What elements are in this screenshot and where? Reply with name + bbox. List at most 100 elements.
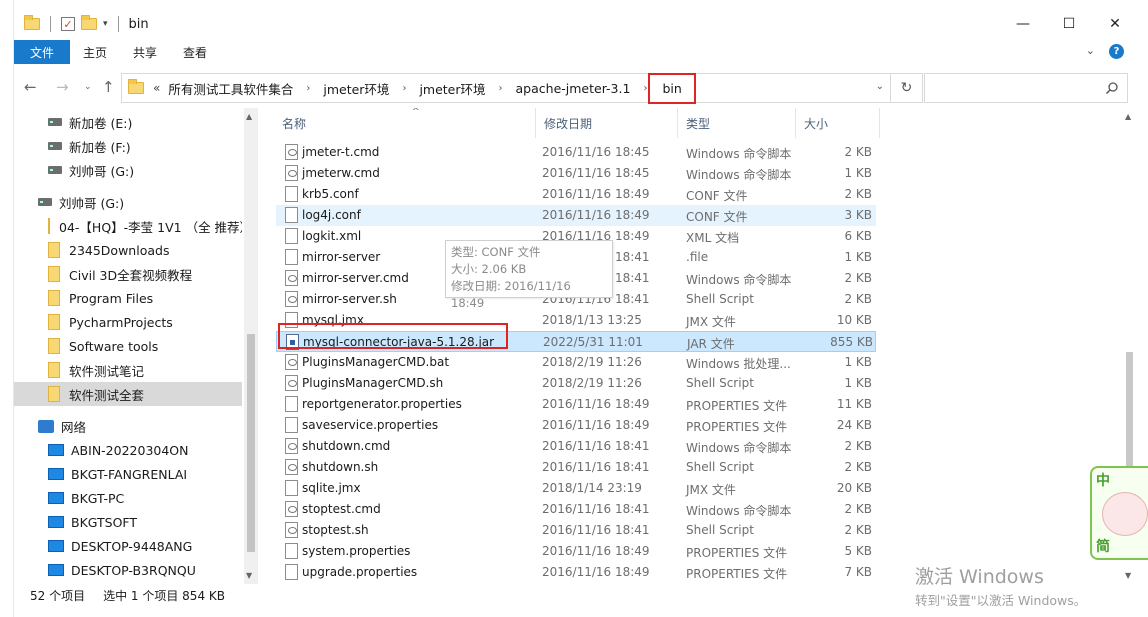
file-info-tooltip: 类型: CONF 文件 大小: 2.06 KB 修改日期: 2016/11/16… bbox=[445, 240, 613, 310]
search-input[interactable] bbox=[924, 73, 1128, 103]
tab-home[interactable]: 主页 bbox=[70, 40, 120, 64]
file-row[interactable]: saveservice.properties 2016/11/16 18:49 PR… bbox=[276, 415, 876, 436]
nav-item-computer[interactable]: BKGT-FANGRENLAI bbox=[14, 462, 242, 486]
nav-item-label: 软件测试笔记 bbox=[69, 363, 145, 379]
nav-item-label: Program Files bbox=[69, 290, 154, 306]
ime-mode: 中 bbox=[1096, 473, 1110, 489]
address-dropdown-icon[interactable]: ⌄ bbox=[876, 81, 884, 92]
file-type: Shell Script bbox=[686, 460, 754, 474]
nav-item-network[interactable]: 网络 bbox=[14, 414, 242, 438]
file-row[interactable]: PluginsManagerCMD.sh 2018/2/19 11:26 Shell… bbox=[276, 373, 876, 394]
nav-item-folder[interactable]: 软件测试笔记 bbox=[14, 358, 242, 382]
script-file-icon bbox=[285, 165, 298, 181]
customize-toolbar-icon[interactable]: ▾ bbox=[103, 19, 108, 29]
nav-item-folder[interactable]: Software tools bbox=[14, 334, 242, 358]
nav-item-drive-g-root[interactable]: 刘帅哥 (G:) bbox=[14, 190, 242, 214]
scrollbar-thumb[interactable] bbox=[247, 334, 255, 552]
column-header-size[interactable]: 大小 bbox=[796, 108, 880, 138]
nav-item-folder[interactable]: PycharmProjects bbox=[14, 310, 242, 334]
tab-file[interactable]: 文件 bbox=[14, 40, 71, 64]
nav-item-computer[interactable]: DESKTOP-B3RQNQU bbox=[14, 558, 242, 582]
file-row[interactable]: reportgenerator.properties 2016/11/16 18:… bbox=[276, 394, 876, 415]
nav-item-drive-f[interactable]: 新加卷 (F:) bbox=[14, 134, 242, 158]
nav-item-computer[interactable]: BKGTSOFT bbox=[14, 510, 242, 534]
breadcrumb-item[interactable]: jmeter环境 bbox=[321, 79, 391, 98]
file-row[interactable]: stoptest.sh 2016/11/16 18:41 Shell Script 2… bbox=[276, 520, 876, 541]
nav-item-computer[interactable]: ABIN-20220304ON bbox=[14, 438, 242, 462]
breadcrumb-item[interactable]: apache-jmeter-3.1 bbox=[514, 81, 633, 96]
file-row[interactable]: jmeterw.cmd 2016/11/16 18:45 Windows 命令脚本 1… bbox=[276, 163, 876, 184]
file-date: 2016/11/16 18:45 bbox=[542, 166, 650, 180]
expand-ribbon-icon[interactable]: ⌄ bbox=[1086, 44, 1095, 59]
column-header-date[interactable]: 修改日期 bbox=[536, 108, 678, 138]
refresh-icon[interactable]: ↻ bbox=[890, 74, 922, 102]
script-file-icon bbox=[285, 270, 298, 286]
file-icon bbox=[285, 417, 298, 433]
chevron-right-icon[interactable]: › bbox=[402, 83, 406, 94]
address-bar[interactable]: « 所有测试工具软件集合 › jmeter环境 › jmeter环境 › apa… bbox=[121, 72, 923, 104]
nav-item-drive-g[interactable]: 刘帅哥 (G:) bbox=[14, 158, 242, 182]
file-row[interactable]: sqlite.jmx 2018/1/14 23:19 JMX 文件 20 KB bbox=[276, 478, 876, 499]
tab-share[interactable]: 共享 bbox=[120, 40, 170, 64]
scroll-up-icon[interactable]: ▲ bbox=[1125, 112, 1131, 121]
file-row[interactable]: stoptest.cmd 2016/11/16 18:41 Windows 命令脚本… bbox=[276, 499, 876, 520]
quick-access-toolbar: ✓ ▾ bbox=[24, 15, 123, 32]
scroll-up-icon[interactable]: ▲ bbox=[246, 112, 252, 121]
nav-item-folder-selected[interactable]: 软件测试全套 bbox=[14, 382, 242, 406]
chevron-right-icon[interactable]: › bbox=[499, 83, 503, 94]
file-name: log4j.conf bbox=[302, 208, 361, 222]
nav-item-folder[interactable]: Civil 3D全套视频教程 bbox=[14, 262, 242, 286]
ime-script: 简 bbox=[1096, 539, 1110, 555]
breadcrumb-current[interactable]: bin bbox=[648, 72, 696, 104]
minimize-button[interactable]: — bbox=[1000, 8, 1046, 40]
back-arrow-icon[interactable]: ← bbox=[24, 78, 37, 96]
column-header-type[interactable]: 类型 bbox=[678, 108, 796, 138]
address-row: ← → ⌄ ↑ « 所有测试工具软件集合 › jmeter环境 › jmeter… bbox=[14, 70, 1138, 106]
recent-locations-icon[interactable]: ⌄ bbox=[84, 82, 92, 92]
nav-item-label: BKGT-FANGRENLAI bbox=[71, 466, 188, 482]
file-row[interactable]: upgrade.properties 2016/11/16 18:49 PROPER… bbox=[276, 562, 876, 583]
chevron-right-icon[interactable]: › bbox=[643, 83, 647, 94]
nav-item-computer[interactable]: DESKTOP-9448ANG bbox=[14, 534, 242, 558]
close-button[interactable]: ✕ bbox=[1092, 8, 1138, 40]
file-row[interactable]: PluginsManagerCMD.bat 2018/2/19 11:26 Wind… bbox=[276, 352, 876, 373]
window-controls: — ☐ ✕ bbox=[1000, 8, 1138, 40]
ime-indicator[interactable]: 中 简 bbox=[1090, 466, 1148, 560]
computer-icon bbox=[48, 468, 64, 480]
scroll-down-icon[interactable]: ▼ bbox=[246, 571, 252, 580]
nav-item-folder[interactable]: 2345Downloads bbox=[14, 238, 242, 262]
help-icon[interactable]: ? bbox=[1109, 44, 1124, 59]
file-icon bbox=[285, 186, 298, 202]
folder-icon bbox=[24, 15, 40, 30]
maximize-button[interactable]: ☐ bbox=[1046, 8, 1092, 40]
tooltip-type: 类型: CONF 文件 bbox=[451, 245, 541, 259]
tab-view[interactable]: 查看 bbox=[170, 40, 220, 64]
scroll-down-icon[interactable]: ▼ bbox=[1125, 571, 1131, 580]
file-row[interactable]: shutdown.cmd 2016/11/16 18:41 Windows 命令脚本… bbox=[276, 436, 876, 457]
column-header-name[interactable]: 名称 ^ bbox=[274, 108, 536, 138]
forward-arrow-icon[interactable]: → bbox=[56, 78, 69, 96]
computer-icon bbox=[48, 492, 64, 504]
breadcrumb-item[interactable]: 所有测试工具软件集合 bbox=[166, 79, 295, 98]
nav-scrollbar[interactable]: ▲ ▼ bbox=[244, 108, 258, 584]
file-row[interactable]: log4j.conf 2016/11/16 18:49 CONF 文件 3 KB bbox=[276, 205, 876, 226]
scrollbar-thumb[interactable] bbox=[1126, 352, 1133, 472]
up-arrow-icon[interactable]: ↑ bbox=[102, 78, 115, 96]
breadcrumb-overflow[interactable]: « bbox=[153, 81, 160, 95]
file-date: 2018/1/14 23:19 bbox=[542, 481, 642, 495]
new-folder-icon[interactable] bbox=[81, 15, 97, 30]
file-size: 2 KB bbox=[844, 271, 872, 285]
file-row[interactable]: shutdown.sh 2016/11/16 18:41 Shell Script 2… bbox=[276, 457, 876, 478]
properties-icon[interactable]: ✓ bbox=[61, 17, 75, 31]
nav-item-label: DESKTOP-9448ANG bbox=[71, 538, 193, 554]
breadcrumb-item[interactable]: jmeter环境 bbox=[417, 79, 487, 98]
nav-item-folder[interactable]: Program Files bbox=[14, 286, 242, 310]
nav-item-drive-e[interactable]: 新加卷 (E:) bbox=[14, 110, 242, 134]
nav-item-folder[interactable]: 04-【HQ】-李莹 1V1 （全 推荐） bbox=[14, 214, 242, 238]
file-row[interactable]: jmeter-t.cmd 2016/11/16 18:45 Windows 命令脚本… bbox=[276, 142, 876, 163]
chevron-right-icon[interactable]: › bbox=[306, 83, 310, 94]
nav-item-computer[interactable]: BKGT-PC bbox=[14, 486, 242, 510]
file-row[interactable]: krb5.conf 2016/11/16 18:49 CONF 文件 2 KB bbox=[276, 184, 876, 205]
script-file-icon bbox=[285, 522, 298, 538]
file-row[interactable]: system.properties 2016/11/16 18:49 PROPERT… bbox=[276, 541, 876, 562]
